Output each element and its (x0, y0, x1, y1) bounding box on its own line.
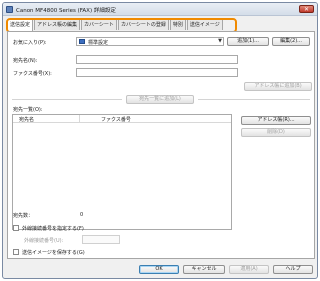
external-number-input[interactable] (82, 235, 120, 244)
save-image-checkbox[interactable] (13, 249, 19, 255)
delete-button[interactable]: 削除(D) (241, 128, 311, 137)
tab-cover-sheet[interactable]: カバーシート (81, 19, 117, 30)
recipient-list[interactable]: 宛先名 ファクス番号 (12, 114, 232, 230)
separator-left (12, 99, 122, 100)
recipient-count-label: 宛先数： (13, 213, 34, 219)
title-bar[interactable]: Canon MF4800 Series (FAX) 詳細設定 ✕ (3, 3, 317, 16)
save-image-checkbox-label[interactable]: 送信イメージを保存する(G) (22, 249, 85, 256)
add-to-list-button[interactable]: 宛先一覧に追加(L) (126, 95, 194, 104)
external-line-checkbox[interactable] (13, 225, 19, 231)
favorites-label: お気に入り(P): (13, 40, 47, 46)
fax-number-label: ファクス番号(X): (13, 71, 52, 77)
favorites-selected: 標準設定 (88, 40, 109, 46)
add-to-addressbook-button[interactable]: アドレス帳に追加(B) (244, 82, 312, 91)
favorites-item-icon (79, 39, 85, 44)
tab-cover-sheet-register[interactable]: カバーシートの登録 (117, 19, 169, 30)
recipient-name-label: 宛先名(N): (13, 58, 38, 64)
tab-bar: 送信設定 アドレス帳の編集 カバーシート カバーシートの登録 特別 送信イメージ (7, 19, 224, 31)
ok-button[interactable]: OK (139, 265, 179, 274)
favorites-edit-button[interactable]: 編集(2)... (272, 37, 310, 46)
chevron-down-icon: ▼ (218, 38, 222, 44)
column-fax-number[interactable]: ファクス番号 (101, 116, 131, 123)
addressbook-button[interactable]: アドレス帳(R)... (241, 116, 311, 125)
tab-special[interactable]: 特別 (169, 19, 186, 30)
tab-panel: お気に入り(P): 標準設定 ▼ 追加(1)... 編集(2)... 宛先名(N… (7, 31, 315, 259)
close-button[interactable]: ✕ (299, 5, 314, 13)
separator-right (198, 99, 310, 100)
favorites-add-button[interactable]: 追加(1)... (227, 37, 269, 46)
recipient-count-value: 0 (80, 212, 84, 218)
dialog-window: Canon MF4800 Series (FAX) 詳細設定 ✕ 送信設定 アド… (2, 2, 318, 279)
printer-icon (6, 6, 13, 13)
tab-send-image[interactable]: 送信イメージ (186, 19, 223, 30)
tab-send-settings[interactable]: 送信設定 (7, 19, 34, 31)
column-recipient-name[interactable]: 宛先名 (19, 116, 34, 123)
fax-number-input[interactable] (76, 68, 238, 77)
recipient-list-label: 宛先一覧(O): (13, 107, 43, 113)
recipient-name-input[interactable] (76, 55, 238, 64)
cancel-button[interactable]: キャンセル (183, 265, 225, 274)
tab-addressbook-edit[interactable]: アドレス帳の編集 (34, 19, 81, 30)
window-title: Canon MF4800 Series (FAX) 詳細設定 (16, 8, 116, 14)
help-button[interactable]: ヘルプ (273, 265, 313, 274)
apply-button[interactable]: 適用(A) (229, 265, 269, 274)
column-divider (79, 115, 80, 123)
list-header: 宛先名 ファクス番号 (13, 115, 231, 123)
external-number-label: 外線接続番号(U): (24, 238, 64, 244)
favorites-select[interactable]: 標準設定 ▼ (76, 37, 224, 46)
external-line-checkbox-label[interactable]: 外線接続番号を指定する(F) (22, 225, 84, 232)
